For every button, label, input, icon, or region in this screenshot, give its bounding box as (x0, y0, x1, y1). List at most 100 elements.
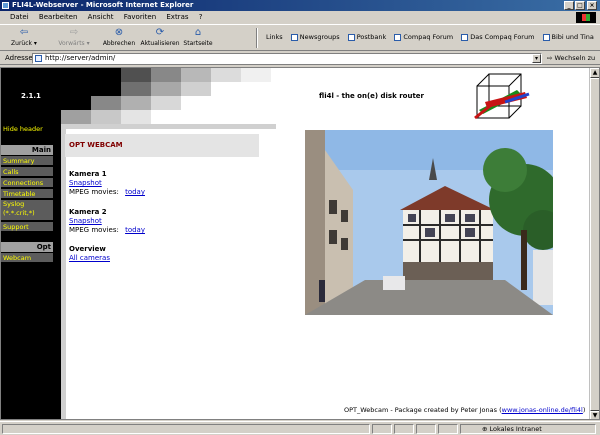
status-cell (372, 424, 392, 434)
camera2-heading: Kamera 2 (69, 208, 107, 216)
back-button[interactable]: ⇦ Zurück ▾ (6, 27, 42, 49)
home-button[interactable]: ⌂ Startseite (182, 27, 214, 49)
checker-block (121, 110, 151, 124)
page-icon (35, 55, 42, 62)
menu-datei[interactable]: Datei (6, 11, 33, 23)
link-newsgroups[interactable]: Newsgroups (290, 33, 340, 41)
refresh-button[interactable]: ⟳ Aktualisieren (140, 27, 180, 49)
links-label: Links (266, 33, 283, 41)
stop-button[interactable]: ⊗ Abbrechen (102, 27, 136, 49)
status-cell (394, 424, 414, 434)
hide-header-link[interactable]: Hide header (3, 125, 43, 133)
menu-ansicht[interactable]: Ansicht (84, 11, 118, 23)
camera1-heading: Kamera 1 (69, 170, 107, 178)
sidebar-item-summary[interactable]: Summary (1, 156, 53, 166)
go-button[interactable]: ⇨ Wechseln zu (547, 54, 595, 62)
checker-block (211, 68, 241, 82)
page-viewport: 2.1.1 Hide header Main Summary Calls Con… (0, 67, 600, 420)
address-bar: Adresse http://server/admin/ ▾ ⇨ Wechsel… (0, 52, 600, 65)
page-link-icon (461, 33, 469, 41)
menu-bearbeiten[interactable]: Bearbeiten (35, 11, 81, 23)
link-bibi-und-tina-label: Bibi und Tina (551, 33, 594, 41)
address-dropdown-button[interactable]: ▾ (532, 54, 541, 63)
webcam-snapshot-image (305, 130, 553, 315)
menu-help[interactable]: ? (195, 11, 207, 23)
minimize-button[interactable]: _ (564, 1, 574, 10)
sidebar-item-syslog[interactable]: Syslog (*.*.crit,*) (1, 200, 53, 221)
home-label: Startseite (183, 40, 213, 47)
sidebar-item-webcam[interactable]: Webcam (1, 253, 53, 263)
footer-close: ) (582, 406, 586, 414)
camera2-today-link[interactable]: today (125, 226, 145, 234)
version-label: 2.1.1 (21, 92, 41, 100)
sidebar-item-support[interactable]: Support (1, 222, 53, 232)
forward-button[interactable]: ⇨ Vorwärts ▾ (56, 27, 92, 49)
checker-block (241, 68, 271, 82)
page-link-icon (347, 33, 355, 41)
ie-icon (2, 2, 9, 9)
forward-label: Vorwärts (58, 40, 85, 47)
scroll-thumb[interactable] (590, 78, 599, 411)
camera1-snapshot-link[interactable]: Snapshot (69, 179, 102, 187)
refresh-label: Aktualisieren (140, 40, 180, 47)
windows-logo-icon (576, 12, 596, 23)
checker-block (121, 82, 151, 96)
back-arrow-icon: ⇦ (19, 27, 29, 38)
vertical-scrollbar[interactable]: ▲ ▼ (589, 68, 599, 419)
scroll-down-icon[interactable]: ▼ (590, 411, 599, 419)
maximize-button[interactable]: □ (575, 1, 585, 10)
status-cell (416, 424, 436, 434)
checker-block (181, 82, 211, 96)
stop-label: Abbrechen (102, 40, 136, 47)
sidebar-item-connections[interactable]: Connections (1, 178, 53, 188)
all-cameras-link[interactable]: All cameras (69, 254, 110, 262)
address-url: http://server/admin/ (45, 54, 116, 62)
status-text-cell (2, 424, 370, 434)
link-bibi-und-tina[interactable]: Bibi und Tina (542, 33, 594, 41)
checker-block (61, 82, 121, 96)
menu-favoriten[interactable]: Favoriten (120, 11, 160, 23)
refresh-icon: ⟳ (155, 27, 165, 38)
checker-block (61, 110, 91, 124)
footer-link[interactable]: www.jonas-online.de/fli4l (502, 406, 583, 414)
camera1-mpeg-label: MPEG movies: (69, 188, 119, 196)
checker-block (61, 96, 91, 110)
header-title: fli4l - the on(e) disk router (319, 92, 424, 100)
link-das-compaq-forum[interactable]: Das Compaq Forum (461, 33, 534, 41)
stop-icon: ⊗ (114, 27, 124, 38)
fli4l-logo-icon (474, 73, 530, 120)
checker-block (151, 82, 181, 96)
page-link-icon (394, 33, 402, 41)
link-postbank-label: Postbank (356, 33, 387, 41)
forward-arrow-icon: ⇨ (69, 27, 79, 38)
checker-block (121, 68, 151, 82)
scroll-up-icon[interactable]: ▲ (590, 68, 599, 78)
zone-label: ⊕ Lokales Intranet (482, 425, 542, 433)
status-cell (438, 424, 458, 434)
link-compaq-forum[interactable]: Compaq Forum (394, 33, 453, 41)
go-label: Wechseln zu (554, 54, 596, 62)
sidebar: 2.1.1 Hide header Main Summary Calls Con… (1, 68, 61, 419)
main-heading: Main (1, 145, 53, 155)
camera1-today-link[interactable]: today (125, 188, 145, 196)
menu-bar: Datei Bearbeiten Ansicht Favoriten Extra… (0, 11, 600, 23)
status-bar: ⊕ Lokales Intranet (0, 421, 600, 435)
link-postbank[interactable]: Postbank (347, 33, 387, 41)
checker-block (151, 96, 181, 110)
close-button[interactable]: × (587, 1, 597, 10)
window-title: FLI4L-Webserver - Microsoft Internet Exp… (12, 1, 194, 9)
camera2-snapshot-link[interactable]: Snapshot (69, 217, 102, 225)
links-bar: Links Newsgroups Postbank Compaq Forum D… (266, 33, 600, 41)
sidebar-item-calls[interactable]: Calls (1, 167, 53, 177)
window-title-bar: FLI4L-Webserver - Microsoft Internet Exp… (0, 0, 600, 11)
link-newsgroups-label: Newsgroups (299, 33, 340, 41)
address-label: Adresse (5, 54, 33, 62)
checker-block (91, 96, 121, 110)
link-das-compaq-forum-label: Das Compaq Forum (470, 33, 535, 41)
footer: OPT_Webcam - Package created by Peter Jo… (344, 406, 585, 414)
camera1-mpeg-row: MPEG movies: today (69, 188, 145, 196)
menu-extras[interactable]: Extras (162, 11, 192, 23)
section-title: OPT WEBCAM (65, 134, 259, 157)
sidebar-item-timetable[interactable]: Timetable (1, 189, 53, 199)
address-input[interactable]: http://server/admin/ ▾ (32, 53, 542, 64)
